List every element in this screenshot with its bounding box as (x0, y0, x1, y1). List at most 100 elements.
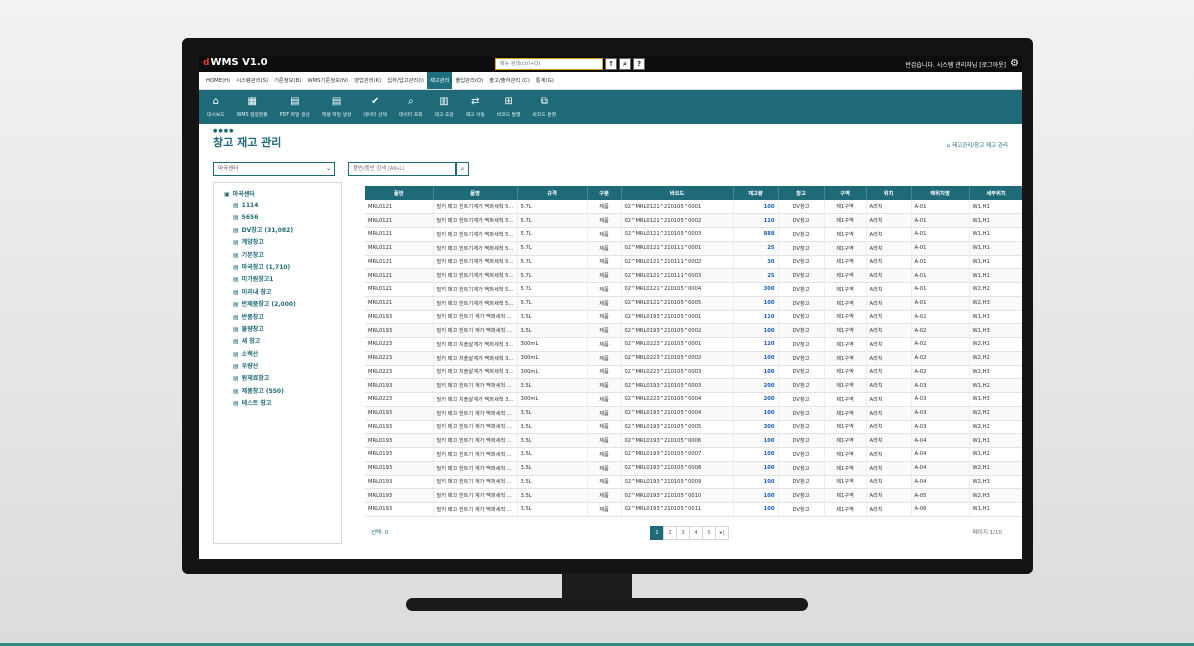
table-row[interactable]: MRL0121 밀키 매끄 힌트기계가 맥퍼세척 5... 5.7L 제품 02^MRL… (365, 255, 1022, 270)
table-cell: A라치 (866, 227, 912, 242)
column-header[interactable]: 품번 (365, 186, 434, 200)
table-row[interactable]: MRL0121 밀키 매끄 힌트기계가 맥퍼세척 5... 5.7L 제품 02^MRL… (365, 268, 1022, 283)
tree-root[interactable]: ▣ 마곡센터 (214, 189, 341, 200)
page-button[interactable]: 5 (702, 526, 716, 540)
toolbar-button-4[interactable]: ✔ 데이터 선택 (357, 90, 393, 124)
menu-item-3[interactable]: WMS기준정보(N) (304, 72, 351, 89)
tree-node[interactable]: ▤ 소백산 (214, 349, 341, 361)
table-cell: A-01 (911, 213, 970, 228)
tree-node[interactable]: ▤ 5656 (214, 212, 341, 224)
toolbar-button-2[interactable]: ▤ PDF 파일 생성 (274, 90, 316, 124)
column-header[interactable]: 재고량 (733, 186, 779, 200)
toolbar-button-3[interactable]: ▤ 엑셀 파일 생성 (316, 90, 358, 124)
toolbar-button-6[interactable]: ▥ 재고 조정 (429, 90, 460, 124)
column-header[interactable]: 랙위치명 (911, 186, 970, 200)
table-cell: 제1구역 (824, 488, 867, 503)
table-row[interactable]: MRL0193 밀키 매끄 힌트기 계가 맥퍼세척 ... 3.5L 제품 02^MRL… (365, 461, 1022, 476)
tree-node[interactable]: ▤ 마곡창고 (1,710) (214, 262, 341, 274)
home-icon[interactable]: ⌂ (947, 143, 951, 149)
table-cell: 5.7L (517, 268, 588, 283)
column-header[interactable]: 세부위치 (969, 186, 1022, 200)
tree-node[interactable]: ▤ 1114 (214, 200, 341, 212)
page-button[interactable]: 2 (663, 526, 677, 540)
table-row[interactable]: MRL0193 밀키 매끄 힌트기 계가 맥퍼세척 ... 3.5L 제품 02^MRL… (365, 420, 1022, 435)
tree-node[interactable]: ▤ DV창고 (31,082) (214, 225, 341, 237)
table-row[interactable]: MRL0193 밀키 매끄 힌트기 계가 맥퍼세척 ... 3.5L 제품 02^MRL… (365, 475, 1022, 490)
page-button[interactable]: 1 (650, 526, 664, 540)
table-cell: 02^MRL0223^210105^0002 (621, 351, 734, 366)
table-cell: A-02 (911, 323, 970, 338)
tree-node[interactable]: ▤ 우량산 (214, 361, 341, 373)
column-header[interactable]: 품명 (433, 186, 518, 200)
gear-icon[interactable]: ⚙ (1010, 58, 1019, 69)
toolbar-button-8[interactable]: ⊞ 바코드 발행 (491, 90, 527, 124)
column-header[interactable]: 규격 (517, 186, 588, 200)
item-search-input[interactable] (348, 162, 456, 176)
menu-item-5[interactable]: 입하/입고관리(I) (384, 72, 427, 89)
column-header[interactable]: 바코드 (621, 186, 734, 200)
table-row[interactable]: MRL0193 밀키 매끄 힌트기 계가 맥퍼세척 ... 3.5L 제품 02^MRL… (365, 433, 1022, 448)
center-select[interactable]: 마곡센터 ⌄ (213, 162, 335, 176)
tree-node[interactable]: ▤ 미가원창고1 (214, 274, 341, 286)
table-row[interactable]: MRL0121 밀키 매끄 힌트기계가 맥퍼세척 5... 5.7L 제품 02^MRL… (365, 282, 1022, 297)
toolbar-button-7[interactable]: ⇄ 재고 이동 (460, 90, 491, 124)
table-row[interactable]: MRL0121 밀키 매끄 힌트기계가 맥퍼세척 5... 5.7L 제품 02^MRL… (365, 227, 1022, 242)
tree-node[interactable]: ▤ 반제품창고 (2,000) (214, 299, 341, 311)
item-search-button[interactable]: ⌕ (456, 162, 469, 176)
table-row[interactable]: MRL0193 밀키 매끄 힌트기 계가 맥퍼세척 ... 3.5L 제품 02^MRL… (365, 378, 1022, 393)
table-row[interactable]: MRL0223 밀키 매끄 치솔살계가 맥퍼세척 3... 300mL 제품 02^MR… (365, 337, 1022, 352)
page-button[interactable]: 3 (676, 526, 690, 540)
menu-item-2[interactable]: 기준정보(B) (271, 72, 304, 89)
tree-node[interactable]: ▤ 불량창고 (214, 324, 341, 336)
table-row[interactable]: MRL0121 밀키 매끄 힌트기계가 맥퍼세척 5... 5.7L 제품 02^MRL… (365, 200, 1022, 215)
last-page-icon[interactable]: ▸| (715, 526, 729, 540)
menu-item-1[interactable]: 시스템관리(S) (233, 72, 271, 89)
welcome-text[interactable]: 반갑습니다. 시스템 관리자님 [로그아웃] (905, 60, 1006, 69)
tree-node-label: 원재료창고 (241, 375, 270, 383)
menu-search-input[interactable] (495, 58, 603, 70)
table-row[interactable]: MRL0193 밀키 매끄 힌트기 계가 맥퍼세척 ... 3.5L 제품 02^MRL… (365, 323, 1022, 338)
menu-item-0[interactable]: HOME(H) (203, 72, 233, 89)
arrow-up-icon[interactable]: ↑ (605, 58, 617, 70)
menu-item-8[interactable]: 출고/출하관리 (C) (486, 72, 533, 89)
table-row[interactable]: MRL0193 밀키 매끄 힌트기 계가 맥퍼세척 ... 3.5L 제품 02^MRL… (365, 447, 1022, 462)
table-row[interactable]: MRL0223 밀키 매끄 치솔살계가 맥퍼세척 3... 300mL 제품 02^MR… (365, 365, 1022, 380)
column-header[interactable]: 창고 (778, 186, 825, 200)
column-header[interactable]: 구분 (587, 186, 622, 200)
table-cell: 300mL (517, 365, 588, 380)
menu-item-7[interactable]: 출입관리(O) (452, 72, 486, 89)
table-row[interactable]: MRL0223 밀키 매끄 치솔살계가 맥퍼세척 3... 300mL 제품 02^MR… (365, 392, 1022, 407)
toolbar-button-9[interactable]: ⧉ 바코드 분할 (527, 90, 563, 124)
tree-node[interactable]: ▤ 테스트 창고 (214, 398, 341, 410)
table-row[interactable]: MRL0193 밀키 매끄 힌트기 계가 맥퍼세척 ... 3.5L 제품 02^MRL… (365, 488, 1022, 503)
menu-item-9[interactable]: 통계(G) (533, 72, 557, 89)
table-row[interactable]: MRL0223 밀키 매끄 치솔살계가 맥퍼세척 3... 300mL 제품 02^MR… (365, 351, 1022, 366)
table-cell: MRL0223 (365, 392, 434, 407)
column-header[interactable]: 구역 (824, 186, 867, 200)
tree-node[interactable]: ▤ 기본창고 (214, 250, 341, 262)
toolbar-button-5[interactable]: ⌕ 데이터 조회 (393, 90, 429, 124)
tree-node[interactable]: ▤ 제품창고 (550) (214, 386, 341, 398)
tree-node[interactable]: ▤ 새 창고 (214, 336, 341, 348)
table-cell: 02^MRL0193^210105^0002 (621, 323, 734, 338)
tree-node[interactable]: ▤ 반품창고 (214, 312, 341, 324)
toolbar-button-1[interactable]: ▦ WMS 일정현황 (231, 90, 274, 124)
tree-node[interactable]: ▤ 원재료창고 (214, 373, 341, 385)
table-row[interactable]: MRL0121 밀키 매끄 힌트기계가 맥퍼세척 5... 5.7L 제품 02^MRL… (365, 241, 1022, 256)
toolbar-button-0[interactable]: ⌂ 대시보드 (201, 90, 231, 124)
table-row[interactable]: MRL0121 밀키 매끄 힌트기계가 맥퍼세척 5... 5.7L 제품 02^MRL… (365, 296, 1022, 311)
help-icon[interactable]: ? (633, 58, 645, 70)
tree-node[interactable]: ▤ 계양창고 (214, 237, 341, 249)
tree-node[interactable]: ▤ 미리내 창고 (214, 287, 341, 299)
table-row[interactable]: MRL0193 밀키 매끄 힌트기 계가 맥퍼세척 ... 3.5L 제품 02^MRL… (365, 310, 1022, 325)
search-icon[interactable]: ⌕ (619, 58, 631, 70)
column-header[interactable]: 위치 (866, 186, 912, 200)
menu-item-4[interactable]: 영업관리(K) (351, 72, 384, 89)
table-cell: MRL0121 (365, 282, 434, 297)
table-cell: A라치 (866, 255, 912, 270)
menu-item-6[interactable]: 재고관리 (426, 72, 453, 89)
table-row[interactable]: MRL0121 밀키 매끄 힌트기계가 맥퍼세척 5... 5.7L 제품 02^MRL… (365, 213, 1022, 228)
table-row[interactable]: MRL0193 밀키 매끄 힌트기 계가 맥퍼세척 ... 3.5L 제품 02^MRL… (365, 406, 1022, 421)
page-button[interactable]: 4 (689, 526, 703, 540)
table-row[interactable]: MRL0193 밀키 매끄 힌트기 계가 맥퍼세척 ... 3.5L 제품 02^MRL… (365, 502, 1022, 517)
